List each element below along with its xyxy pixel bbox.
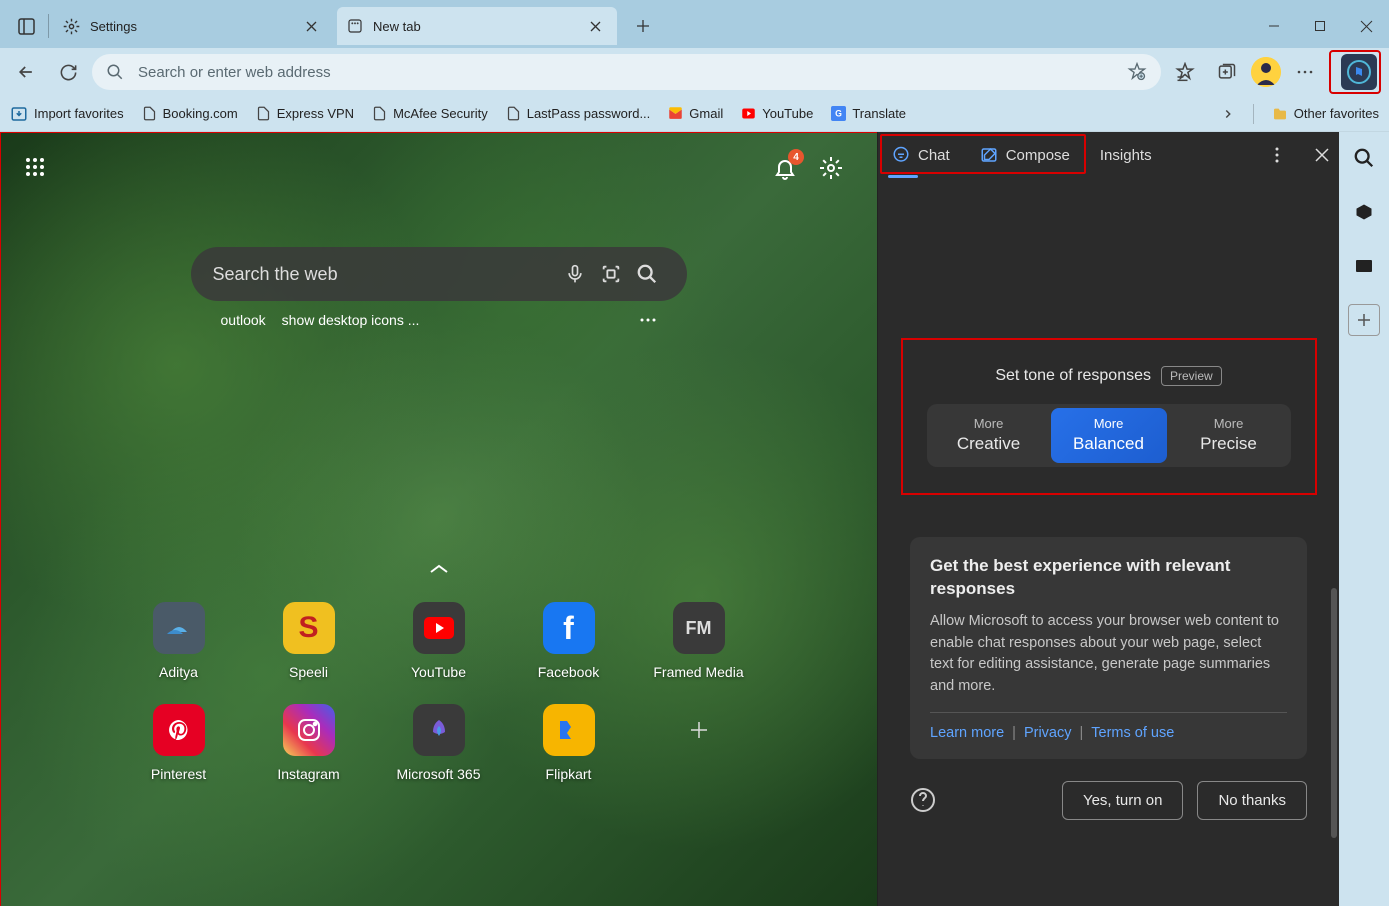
privacy-link[interactable]: Privacy xyxy=(1024,725,1072,741)
quick-link-tile[interactable]: Pinterest xyxy=(114,704,244,782)
quick-link-tile[interactable]: Microsoft 365 xyxy=(374,704,504,782)
tone-title: Set tone of responses xyxy=(995,367,1151,385)
quick-link-tile[interactable]: fFacebook xyxy=(504,602,634,680)
terms-link[interactable]: Terms of use xyxy=(1091,725,1174,741)
ntp-search-box[interactable]: Search the web xyxy=(191,247,687,301)
bookmarks-overflow[interactable] xyxy=(1221,107,1235,121)
titlebar: Settings New tab xyxy=(0,0,1389,48)
suggestion[interactable]: show desktop icons ... xyxy=(282,312,420,328)
collections-button[interactable] xyxy=(1209,54,1245,90)
window-controls xyxy=(1251,6,1389,46)
search-icon xyxy=(106,63,124,81)
search-icon[interactable] xyxy=(629,263,665,285)
tab-title: Settings xyxy=(90,19,299,34)
close-icon[interactable] xyxy=(583,14,607,38)
voice-search-icon[interactable] xyxy=(557,262,593,286)
other-favorites[interactable]: Other favorites xyxy=(1272,106,1379,122)
bookmark-item[interactable]: Booking.com xyxy=(142,106,238,121)
tone-selector: Set tone of responses Preview MoreCreati… xyxy=(909,346,1309,487)
bing-chat-highlight xyxy=(1329,50,1381,94)
tab-new-tab[interactable]: New tab xyxy=(337,7,617,45)
gear-icon xyxy=(63,18,80,35)
expand-button[interactable] xyxy=(428,562,450,576)
quick-link-tile[interactable]: Flipkart xyxy=(504,704,634,782)
more-icon[interactable] xyxy=(639,317,657,323)
consent-yes-button[interactable]: Yes, turn on xyxy=(1062,781,1184,820)
consent-title: Get the best experience with relevant re… xyxy=(930,555,1287,601)
rail-search-button[interactable] xyxy=(1348,142,1380,174)
toolbar: Search or enter web address xyxy=(0,48,1389,96)
rail-app-button[interactable] xyxy=(1348,250,1380,282)
new-tab-button[interactable] xyxy=(627,10,659,42)
help-icon[interactable] xyxy=(910,787,936,813)
sidebar-tab-insights[interactable]: Insights xyxy=(1096,141,1156,170)
consent-text: Allow Microsoft to access your browser w… xyxy=(930,611,1287,698)
back-button[interactable] xyxy=(8,54,44,90)
search-placeholder: Search the web xyxy=(213,264,557,285)
bookmark-item[interactable]: LastPass password... xyxy=(506,106,651,121)
close-icon[interactable] xyxy=(299,14,323,38)
quick-links-grid: Aditya SSpeeli YouTube fFacebook FMFrame… xyxy=(114,602,764,782)
edge-sidebar-rail xyxy=(1339,132,1389,906)
search-suggestions: outlook show desktop icons ... xyxy=(191,312,687,328)
profile-avatar[interactable] xyxy=(1251,57,1281,87)
sidebar-tabs: Chat Compose Insights xyxy=(878,132,1339,178)
tab-title: New tab xyxy=(373,19,583,34)
address-bar[interactable]: Search or enter web address xyxy=(92,54,1161,90)
bookmark-item[interactable]: GTranslate xyxy=(831,106,906,121)
add-tile-button[interactable] xyxy=(634,704,764,782)
sidebar-more-button[interactable] xyxy=(1275,147,1279,163)
tab-settings[interactable]: Settings xyxy=(53,7,333,45)
notification-badge: 4 xyxy=(788,149,804,165)
maximize-button[interactable] xyxy=(1297,6,1343,46)
menu-button[interactable] xyxy=(1287,54,1323,90)
apps-grid-button[interactable] xyxy=(18,150,52,184)
favorite-icon[interactable] xyxy=(1127,62,1147,82)
favorites-button[interactable] xyxy=(1167,54,1203,90)
quick-link-tile[interactable]: SSpeeli xyxy=(244,602,374,680)
image-search-icon[interactable] xyxy=(593,263,629,285)
import-favorites-button[interactable]: Import favorites xyxy=(10,105,124,123)
sidebar-tab-chat[interactable]: Chat xyxy=(888,140,954,170)
svg-text:G: G xyxy=(835,109,842,119)
tone-option-balanced[interactable]: MoreBalanced xyxy=(1051,408,1167,463)
tab-actions-button[interactable] xyxy=(8,8,44,44)
page-settings-button[interactable] xyxy=(815,152,847,184)
rail-tools-button[interactable] xyxy=(1348,196,1380,228)
bookmark-item[interactable]: YouTube xyxy=(741,106,813,121)
consent-card: Get the best experience with relevant re… xyxy=(910,537,1307,759)
rail-add-button[interactable] xyxy=(1348,304,1380,336)
new-tab-page: 4 Search the web outlook show desktop ic… xyxy=(0,132,877,906)
address-placeholder: Search or enter web address xyxy=(138,64,1127,81)
consent-no-button[interactable]: No thanks xyxy=(1197,781,1307,820)
tone-option-creative[interactable]: MoreCreative xyxy=(931,408,1047,463)
bing-chat-button[interactable] xyxy=(1341,54,1377,90)
minimize-button[interactable] xyxy=(1251,6,1297,46)
quick-link-tile[interactable]: Instagram xyxy=(244,704,374,782)
page-icon xyxy=(347,18,363,34)
learn-more-link[interactable]: Learn more xyxy=(930,725,1004,741)
quick-link-tile[interactable]: FMFramed Media xyxy=(634,602,764,680)
bookmark-item[interactable]: Express VPN xyxy=(256,106,354,121)
sidebar-tab-compose[interactable]: Compose xyxy=(976,140,1074,170)
preview-badge: Preview xyxy=(1161,366,1222,386)
refresh-button[interactable] xyxy=(50,54,86,90)
notifications-button[interactable]: 4 xyxy=(769,152,801,184)
scrollbar[interactable] xyxy=(1331,588,1337,838)
close-window-button[interactable] xyxy=(1343,6,1389,46)
sidebar-close-button[interactable] xyxy=(1315,148,1329,162)
bookmarks-bar: Import favorites Booking.com Express VPN… xyxy=(0,96,1389,132)
quick-link-tile[interactable]: Aditya xyxy=(114,602,244,680)
suggestion[interactable]: outlook xyxy=(221,312,266,328)
bing-sidebar-panel: Chat Compose Insights Set tone of respon… xyxy=(877,132,1339,906)
quick-link-tile[interactable]: YouTube xyxy=(374,602,504,680)
tone-option-precise[interactable]: MorePrecise xyxy=(1171,408,1287,463)
bookmark-item[interactable]: Gmail xyxy=(668,106,723,121)
bookmark-item[interactable]: McAfee Security xyxy=(372,106,488,121)
